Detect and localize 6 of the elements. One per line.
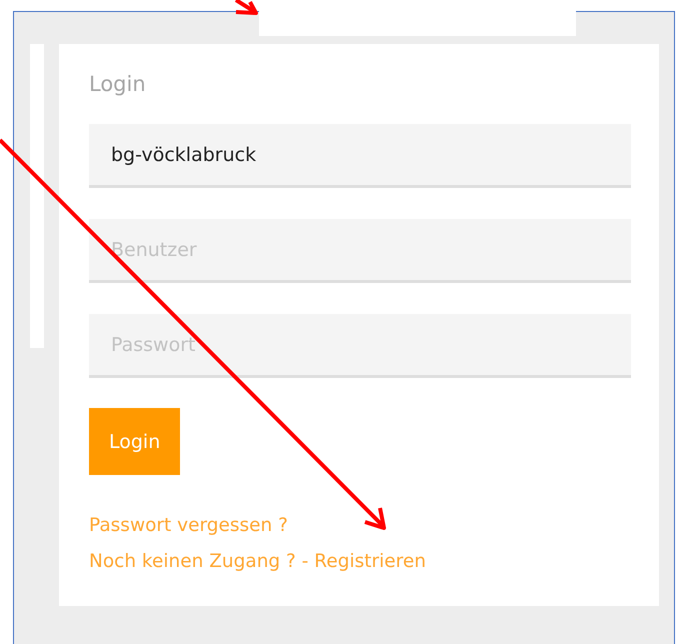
login-title: Login — [89, 71, 146, 98]
annotation-arrow — [234, 0, 258, 15]
login-button[interactable]: Login — [89, 408, 180, 475]
link[interactable]: Noch keinen Zugang ? - Registrieren — [89, 547, 426, 577]
input-field[interactable]: bg-vöcklabruck — [89, 124, 631, 188]
link[interactable]: Passwort vergessen ? — [89, 511, 288, 541]
